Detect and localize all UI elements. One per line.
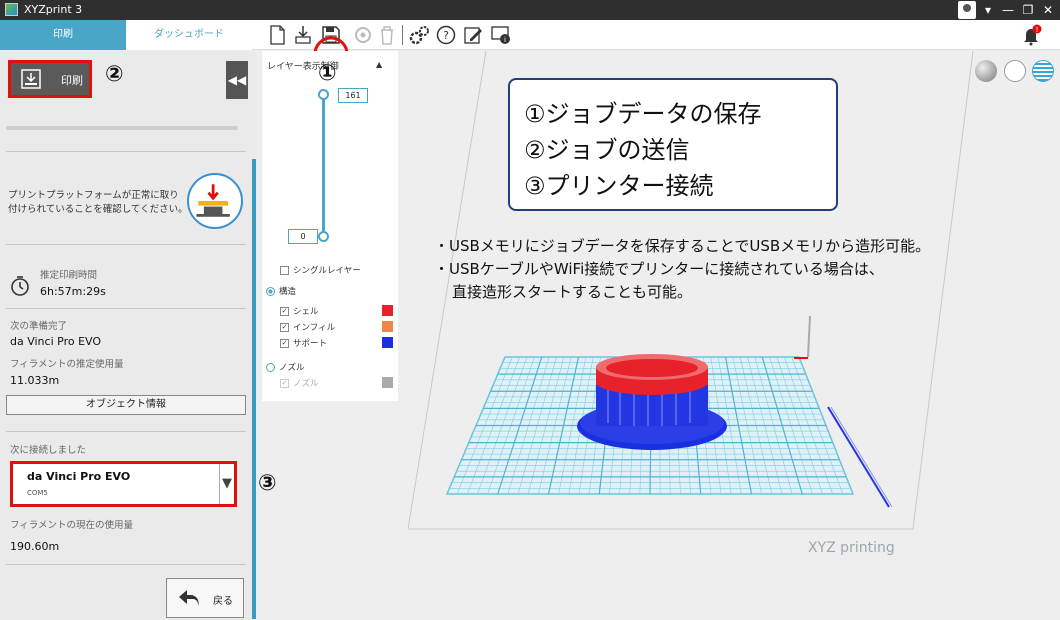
back-button-label: 戻る [213, 596, 233, 607]
layer-view-icon[interactable] [1032, 60, 1054, 82]
bell-icon[interactable]: ! [1020, 24, 1042, 46]
layer-slider-track [322, 94, 325, 237]
title-bar: XYZprint 3 ▾ — ❐ ✕ [0, 0, 1060, 20]
infill-option[interactable]: ✓ インフィル [280, 321, 335, 333]
layer-slider-bottom-knob[interactable] [318, 231, 329, 242]
structure-option[interactable]: 構造 [266, 285, 296, 297]
support-option[interactable]: ✓ サポート [280, 337, 327, 349]
callout-line-2: ②ジョブの送信 [524, 136, 690, 164]
layer-bottom-value[interactable]: 0 [288, 229, 318, 244]
callout-line-1: ①ジョブデータの保存 [524, 100, 762, 128]
shell-option[interactable]: ✓ シェル [280, 305, 319, 317]
infill-color-swatch [382, 321, 393, 332]
settings-icon[interactable] [352, 24, 374, 46]
printer-select[interactable]: da Vinci Pro EVO COM5 ▼ [10, 461, 237, 507]
printer-icon [21, 69, 41, 89]
layer-top-value[interactable]: 161 [338, 88, 368, 103]
layer-slider-top-knob[interactable] [318, 89, 329, 100]
filament-now-value: 190.60m [10, 540, 60, 553]
annotation-1: ① [318, 61, 337, 86]
divider [6, 564, 246, 565]
brand-watermark: XYZ printing [808, 540, 895, 556]
checkbox[interactable] [280, 266, 289, 275]
window-title: XYZprint 3 [24, 3, 83, 16]
print-button[interactable]: 印刷 [8, 60, 92, 98]
back-arrow-icon [179, 590, 199, 606]
nozzle-option[interactable]: ノズル [266, 361, 305, 373]
radio[interactable] [266, 287, 275, 296]
checkbox[interactable]: ✓ [280, 323, 289, 332]
printer-port: COM5 [27, 489, 48, 497]
checkbox[interactable]: ✓ [280, 379, 289, 388]
single-layer-option[interactable]: シングルレイヤー [280, 264, 361, 276]
dropdown-arrow-icon[interactable]: ▼ [219, 464, 234, 504]
annotation-3: ③ [258, 471, 277, 496]
left-panel: 印刷 ② ◀◀ プリントプラットフォームが正常に取り付けられていることを確認して… [0, 51, 277, 620]
filament-now-label: フィラメントの現在の使用量 [10, 520, 134, 531]
note-line-3: 直接造形スタートすることも可能。 [452, 283, 693, 301]
divider [6, 431, 246, 432]
nozzle-sub-option[interactable]: ✓ ノズル [280, 377, 319, 389]
collapse-button[interactable]: ◀◀ [226, 61, 248, 99]
checkbox[interactable]: ✓ [280, 307, 289, 316]
toolbar-separator [402, 25, 403, 45]
info-icon[interactable]: i [490, 24, 512, 46]
help-icon[interactable]: ? [435, 24, 457, 46]
shell-color-swatch [382, 305, 393, 316]
checkbox[interactable]: ✓ [280, 339, 289, 348]
print-button-label: 印刷 [61, 74, 83, 87]
edit-icon[interactable] [462, 24, 484, 46]
est-time-value: 6h:57m:29s [40, 285, 106, 298]
connected-label: 次に接続しました [10, 445, 87, 456]
platform-icon [187, 173, 243, 229]
note-line-1: ・USBメモリにジョブデータを保存することでUSBメモリから造形可能。 [434, 237, 931, 255]
close-button[interactable]: ✕ [1040, 2, 1056, 18]
ready-value: da Vinci Pro EVO [10, 335, 102, 348]
back-button[interactable]: 戻る [166, 578, 244, 618]
radio[interactable] [266, 363, 275, 372]
nozzle-color-swatch [382, 377, 393, 388]
svg-text:!: ! [1036, 26, 1039, 34]
ready-label: 次の準備完了 [10, 321, 68, 332]
est-time-label: 推定印刷時間 [40, 270, 98, 281]
platform-notice: プリントプラットフォームが正常に取り付けられていることを確認してください。 [8, 190, 188, 215]
solid-view-icon[interactable] [975, 60, 997, 82]
divider [6, 244, 246, 245]
user-icon[interactable] [958, 1, 976, 19]
toolbar: 印刷 ダッシュボード ? i ! [0, 20, 1060, 72]
note-line-2: ・USBケーブルやWiFi接続でプリンターに接続されている場合は、 [434, 260, 884, 278]
app-icon [5, 3, 18, 16]
svg-text:?: ? [443, 29, 449, 42]
callout-line-3: ③プリンター接続 [524, 172, 714, 200]
notes: ・USBメモリにジョブデータを保存することでUSBメモリから造形可能。 ・USB… [434, 235, 930, 304]
delete-icon[interactable] [376, 24, 398, 46]
tab-print[interactable]: 印刷 [0, 20, 126, 50]
scrollbar[interactable] [252, 159, 256, 619]
timer-icon [11, 276, 29, 296]
filament-est-value: 11.033m [10, 374, 60, 387]
layer-panel: レイヤー表示制御 ▲ 161 0 シングルレイヤー 構造 ✓ シェル ✓ インフィル… [262, 51, 398, 401]
import-icon[interactable] [292, 24, 314, 46]
new-file-icon[interactable] [266, 24, 288, 46]
wireframe-view-icon[interactable] [1004, 60, 1026, 82]
callout-box: ①ジョブデータの保存 ②ジョブの送信 ③プリンター接続 [508, 78, 838, 211]
tab-dashboard[interactable]: ダッシュボード [126, 20, 252, 50]
progress-track [6, 126, 238, 130]
printer-name: da Vinci Pro EVO [27, 470, 131, 483]
divider [6, 308, 246, 309]
object-info-button[interactable]: オブジェクト情報 [6, 395, 246, 415]
gear-icon[interactable] [408, 24, 430, 46]
annotation-2: ② [105, 62, 124, 87]
minimize-button[interactable]: — [1000, 2, 1016, 18]
filament-est-label: フィラメントの推定使用量 [10, 359, 124, 370]
svg-text:i: i [504, 36, 506, 44]
restore-button[interactable]: ❐ [1020, 2, 1036, 18]
support-color-swatch [382, 337, 393, 348]
dropdown-icon[interactable]: ▾ [980, 2, 996, 18]
divider [6, 151, 246, 152]
collapse-caret-icon[interactable]: ▲ [376, 60, 382, 69]
